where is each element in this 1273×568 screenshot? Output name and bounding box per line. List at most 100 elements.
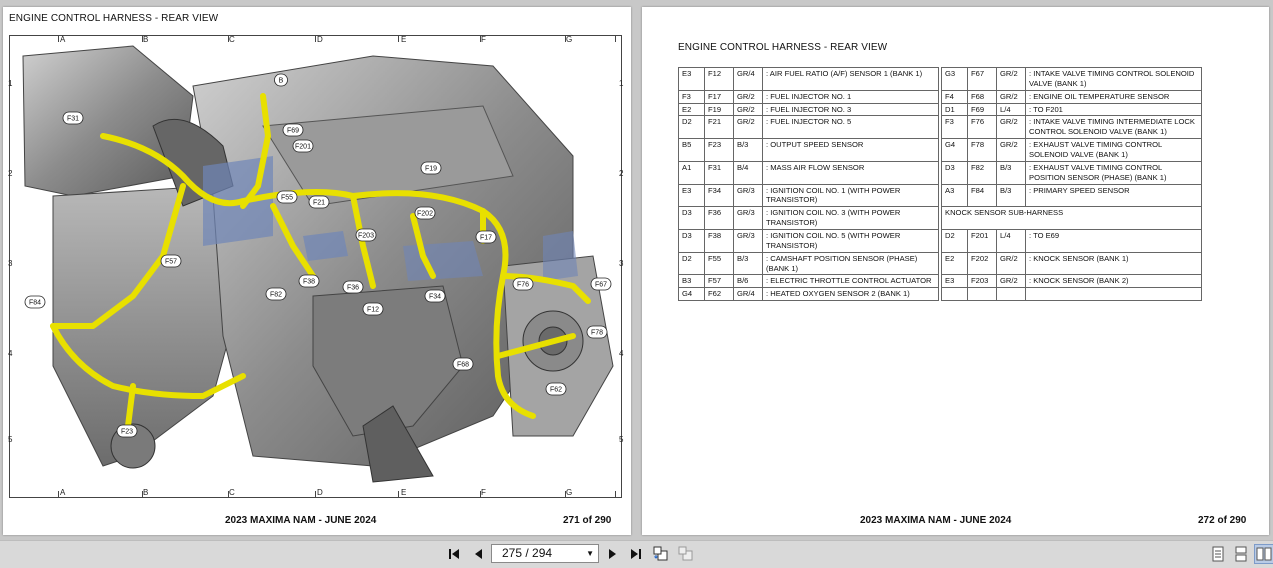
single-page-view-button[interactable] xyxy=(1208,544,1228,564)
connector-id-cell: F57 xyxy=(704,274,734,289)
rotate-view-button[interactable] xyxy=(651,544,671,564)
connector-id-cell: F203 xyxy=(967,274,997,289)
grid-ref-cell: B3 xyxy=(678,274,705,289)
connector-color-cell: GR/2 xyxy=(733,89,763,104)
first-page-button[interactable] xyxy=(444,544,464,564)
connector-description-cell: : MASS AIR FLOW SENSOR xyxy=(762,160,939,185)
connector-color-cell: B/3 xyxy=(733,251,763,276)
connector-id-cell: F23 xyxy=(704,138,734,162)
connector-color-cell: L/4 xyxy=(996,229,1026,253)
callout-label: F31 xyxy=(67,116,79,123)
grid-ref-cell: E3 xyxy=(941,274,968,289)
connector-color-cell: B/3 xyxy=(996,160,1026,185)
connector-description-cell: : IGNITION COIL NO. 1 (WITH POWER TRANSI… xyxy=(762,183,939,208)
document-page-left: ENGINE CONTROL HARNESS - REAR VIEW AABBC… xyxy=(3,7,631,535)
connector-callout: F36 xyxy=(342,280,364,294)
grid-ref-cell: F4 xyxy=(941,89,968,104)
connector-id-cell: F34 xyxy=(704,183,734,208)
facing-pages-view-button[interactable] xyxy=(1254,544,1273,564)
callout-label: F78 xyxy=(591,330,603,337)
grid-tick xyxy=(398,491,399,497)
connector-callout: F62 xyxy=(545,382,567,396)
connector-id-cell: F19 xyxy=(704,102,734,117)
grid-row-label: 3 xyxy=(8,259,13,268)
connector-color-cell: GR/2 xyxy=(996,89,1026,104)
connector-color-cell: L/4 xyxy=(996,102,1026,117)
connector-id-cell: F82 xyxy=(967,160,997,185)
connector-id-cell: F202 xyxy=(967,251,997,276)
connector-color-cell: GR/2 xyxy=(733,102,763,117)
page-layout-button[interactable] xyxy=(676,544,696,564)
connector-color-cell xyxy=(996,287,1026,302)
callout-label: F68 xyxy=(457,362,469,369)
last-page-icon xyxy=(631,549,641,559)
grid-row-label: 4 xyxy=(619,349,624,358)
continuous-view-button[interactable] xyxy=(1231,544,1251,564)
footer-document-title: 2023 MAXIMA NAM - JUNE 2024 xyxy=(225,515,377,526)
previous-page-button[interactable] xyxy=(468,544,488,564)
grid-ref-cell: G3 xyxy=(941,67,968,91)
table-row: E3 F34 GR/3: IGNITION COIL NO. 1 (WITH POW… xyxy=(678,183,1202,208)
connector-id-cell: F201 xyxy=(967,229,997,253)
connector-description-cell: : EXHAUST VALVE TIMING CONTROL SOLENOID … xyxy=(1025,138,1202,162)
connector-color-cell: GR/2 xyxy=(996,274,1026,289)
connector-callout: F76 xyxy=(512,277,534,291)
grid-row-label: 1 xyxy=(619,79,624,88)
callout-label: F38 xyxy=(303,279,315,286)
grid-row-label: 5 xyxy=(619,435,624,444)
connector-description-cell: : INTAKE VALVE TIMING INTERMEDIATE LOCK … xyxy=(1025,115,1202,140)
connector-callout: F38 xyxy=(298,274,320,288)
connector-description-cell: : KNOCK SENSOR (BANK 2) xyxy=(1025,274,1202,289)
grid-column-label: E xyxy=(401,488,407,497)
grid-column-label: B xyxy=(143,488,149,497)
grid-ref-cell: G4 xyxy=(941,138,968,162)
continuous-page-icon xyxy=(1235,546,1247,562)
grid-ref-cell: D3 xyxy=(678,229,705,253)
grid-column-label: F xyxy=(481,488,486,497)
page-title: ENGINE CONTROL HARNESS - REAR VIEW xyxy=(678,42,888,53)
connector-description-cell xyxy=(1025,287,1202,302)
dropdown-arrow-icon: ▼ xyxy=(586,549,594,558)
connector-callout: F84 xyxy=(24,295,46,309)
connector-id-cell: F36 xyxy=(704,206,734,231)
connector-color-cell: GR/3 xyxy=(733,229,763,253)
callout-label: F202 xyxy=(417,211,433,218)
section-header-cell: KNOCK SENSOR SUB-HARNESS xyxy=(941,206,1202,231)
callout-label: F76 xyxy=(517,282,529,289)
connector-callout: F78 xyxy=(586,325,608,339)
viewer-toolbar: 275 / 294 ▼ xyxy=(0,540,1273,568)
connector-id-cell: F76 xyxy=(967,115,997,140)
connector-callout: F68 xyxy=(452,357,474,371)
callout-label: F82 xyxy=(270,292,282,299)
footer-page-number: 272 of 290 xyxy=(1198,515,1247,526)
table-row: B3 F57 B/6: ELECTRIC THROTTLE CONTROL ACTU… xyxy=(678,274,1202,289)
connector-callout: F12 xyxy=(362,302,384,316)
next-page-button[interactable] xyxy=(603,544,623,564)
grid-ref-cell xyxy=(941,287,968,302)
grid-ref-cell: G4 xyxy=(678,287,705,302)
connector-description-cell: : TO E69 xyxy=(1025,229,1202,253)
callout-label: F201 xyxy=(295,144,311,151)
grid-tick xyxy=(315,491,316,497)
page-selector[interactable]: 275 / 294 ▼ xyxy=(491,544,599,563)
connector-color-cell: GR/2 xyxy=(996,67,1026,91)
connector-description-cell: : IGNITION COIL NO. 3 (WITH POWER TRANSI… xyxy=(762,206,939,231)
callout-label: F57 xyxy=(165,259,177,266)
connector-color-cell: GR/2 xyxy=(733,115,763,140)
grid-column-label: D xyxy=(317,488,323,497)
rotate-icon xyxy=(653,546,668,561)
connector-id-cell: F12 xyxy=(704,67,734,91)
last-page-button[interactable] xyxy=(626,544,646,564)
connector-callout: F203 xyxy=(355,228,377,242)
connector-color-cell: B/3 xyxy=(733,138,763,162)
connector-color-cell: GR/4 xyxy=(733,67,763,91)
connector-color-cell: GR/3 xyxy=(733,206,763,231)
table-row: D2 F55 B/3: CAMSHAFT POSITION SENSOR (PHAS… xyxy=(678,251,1202,276)
grid-ref-cell: A3 xyxy=(941,183,968,208)
table-row: E3 F12 GR/4: AIR FUEL RATIO (A/F) SENSOR 1… xyxy=(678,67,1202,91)
connector-description-cell: : OUTPUT SPEED SENSOR xyxy=(762,138,939,162)
grid-ref-cell: E2 xyxy=(941,251,968,276)
table-row: E2 F19 GR/2: FUEL INJECTOR NO. 3 D1 F69 L/4: … xyxy=(678,102,1202,117)
connector-id-cell: F55 xyxy=(704,251,734,276)
connector-description-cell: : HEATED OXYGEN SENSOR 2 (BANK 1) xyxy=(762,287,939,302)
